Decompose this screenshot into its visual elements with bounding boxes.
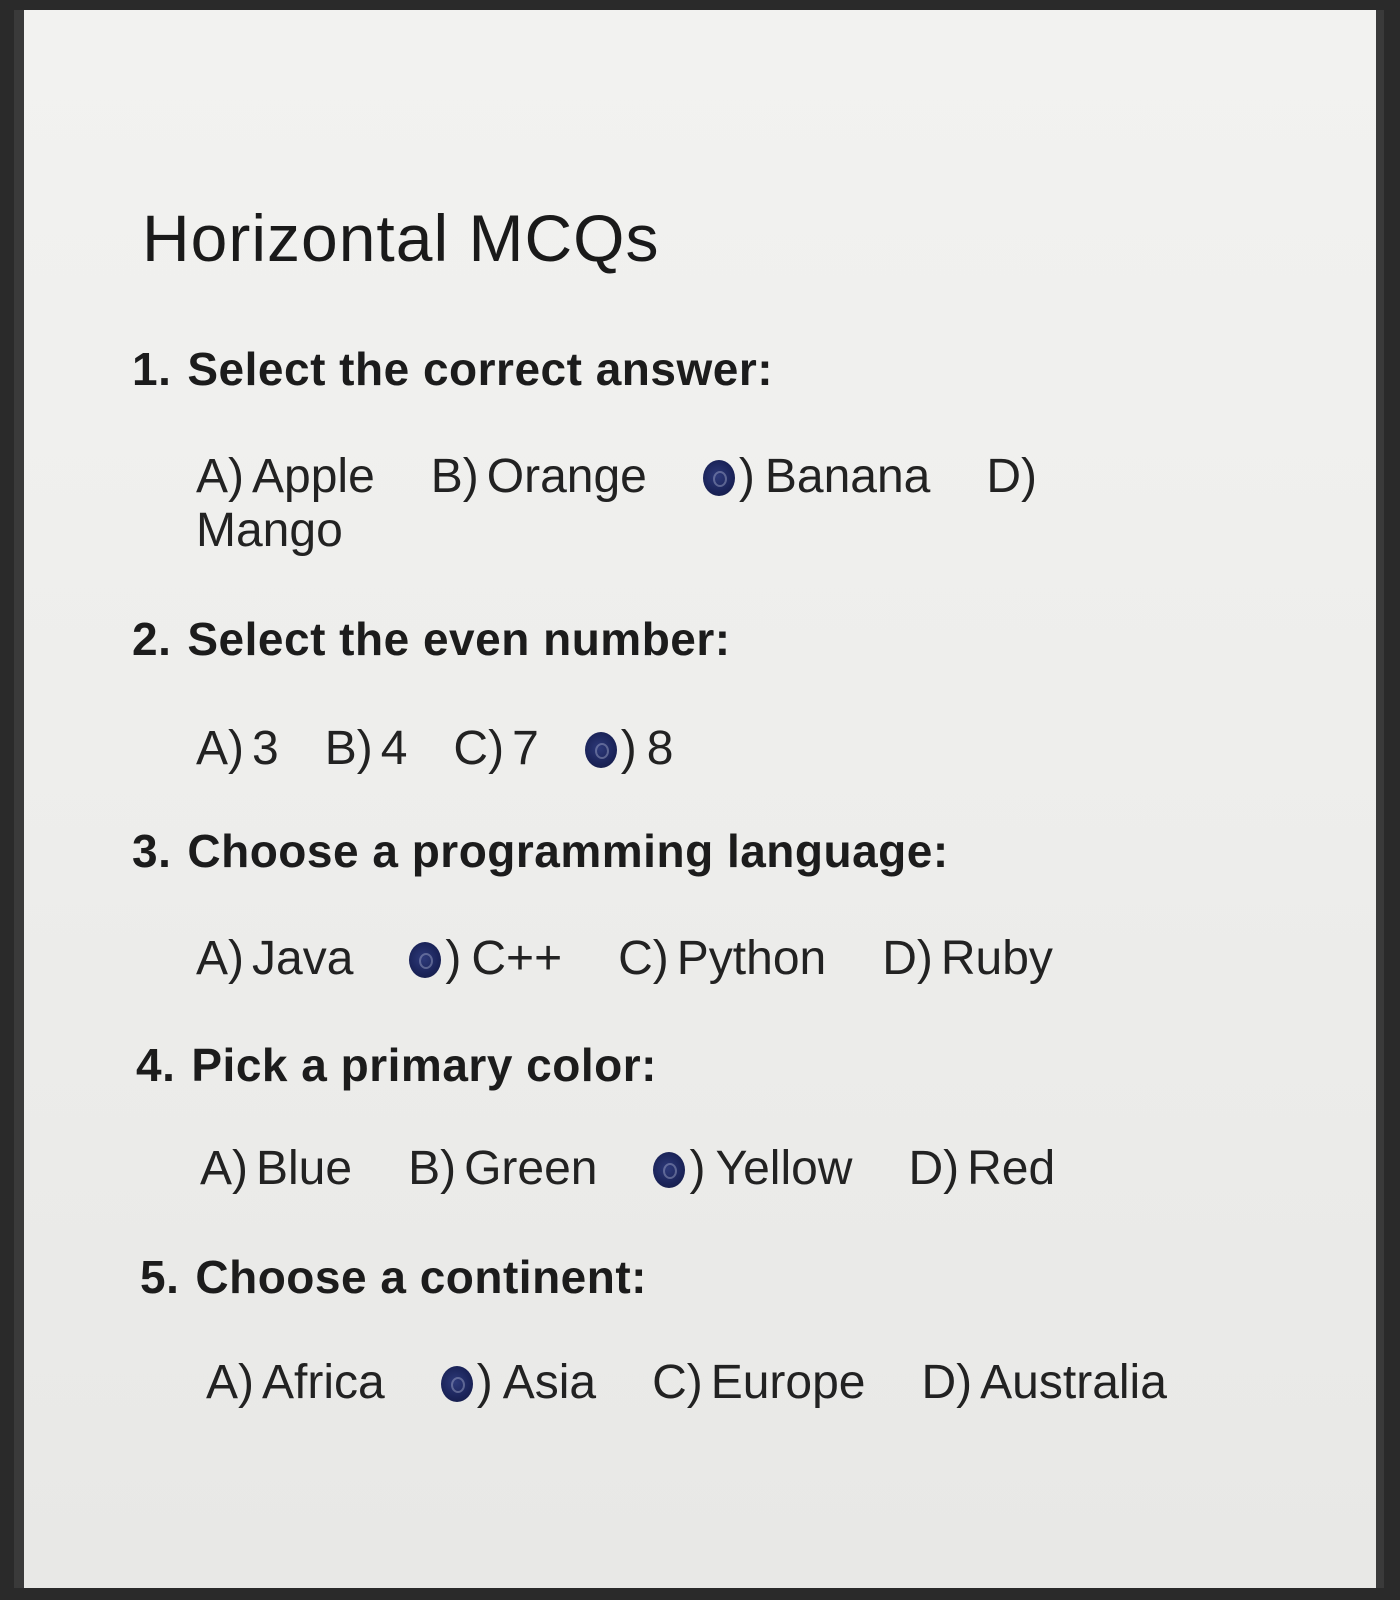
option-3-b[interactable]: ) C++ [409,932,562,986]
option-3-c[interactable]: C) Python [618,932,826,986]
filled-bubble-icon [440,1366,473,1402]
question-3-options: A) Java ) C++ C) Python D) Ruby [196,932,1109,986]
question-text: Choose a programming language: [187,825,949,877]
option-2-d[interactable]: ) 8 [584,722,673,776]
option-5-c[interactable]: C) Europe [652,1356,865,1410]
question-1-heading: 1. Select the correct answer: [132,342,773,396]
filled-bubble-icon [653,1152,686,1188]
filled-bubble-icon [702,460,735,496]
option-4-b[interactable]: B) Green [408,1142,597,1196]
question-2-heading: 2. Select the even number: [132,612,731,666]
option-1-c[interactable]: ) Banana [702,450,930,504]
option-1-d-text[interactable]: Mango [196,504,343,558]
filled-bubble-icon [584,732,617,768]
option-2-a[interactable]: A) 3 [196,722,279,776]
question-number: 3. [132,825,172,877]
option-3-d[interactable]: D) Ruby [882,932,1053,986]
question-4-heading: 4. Pick a primary color: [136,1038,657,1092]
question-4-options: A) Blue B) Green ) Yellow D) Red [200,1142,1111,1196]
option-4-d[interactable]: D) Red [908,1142,1055,1196]
question-text: Select the even number: [187,613,731,665]
question-number: 2. [132,613,172,665]
question-5-options: A) Africa ) Asia C) Europe D) Australia [206,1356,1167,1410]
option-5-d[interactable]: D) Australia [922,1356,1167,1410]
option-2-b[interactable]: B) 4 [325,722,408,776]
question-text: Select the correct answer: [187,343,774,395]
option-1-d[interactable]: D) [986,450,1045,504]
option-1-b[interactable]: B) Orange [431,450,647,504]
question-text: Choose a continent: [195,1251,647,1303]
option-5-a[interactable]: A) Africa [206,1356,385,1410]
question-5-heading: 5. Choose a continent: [140,1250,647,1304]
question-3-heading: 3. Choose a programming language: [132,824,949,878]
question-2-options: A) 3 B) 4 C) 7 ) 8 [196,722,729,776]
mcq-sheet: Horizontal MCQs 1. Select the correct ans… [14,10,1384,1588]
option-2-c[interactable]: C) 7 [453,722,538,776]
option-5-b[interactable]: ) Asia [440,1356,596,1410]
question-number: 1. [132,343,172,395]
filled-bubble-icon [409,942,442,978]
page-title: Horizontal MCQs [142,201,660,275]
option-1-a[interactable]: A) Apple [196,450,375,504]
question-1-options: A) Apple B) Orange ) Banana D) Mango [196,450,1156,558]
option-3-a[interactable]: A) Java [196,932,353,986]
question-number: 4. [136,1039,176,1091]
option-4-a[interactable]: A) Blue [200,1142,352,1196]
option-4-c[interactable]: ) Yellow [653,1142,852,1196]
question-number: 5. [140,1251,180,1303]
question-text: Pick a primary color: [191,1039,657,1091]
